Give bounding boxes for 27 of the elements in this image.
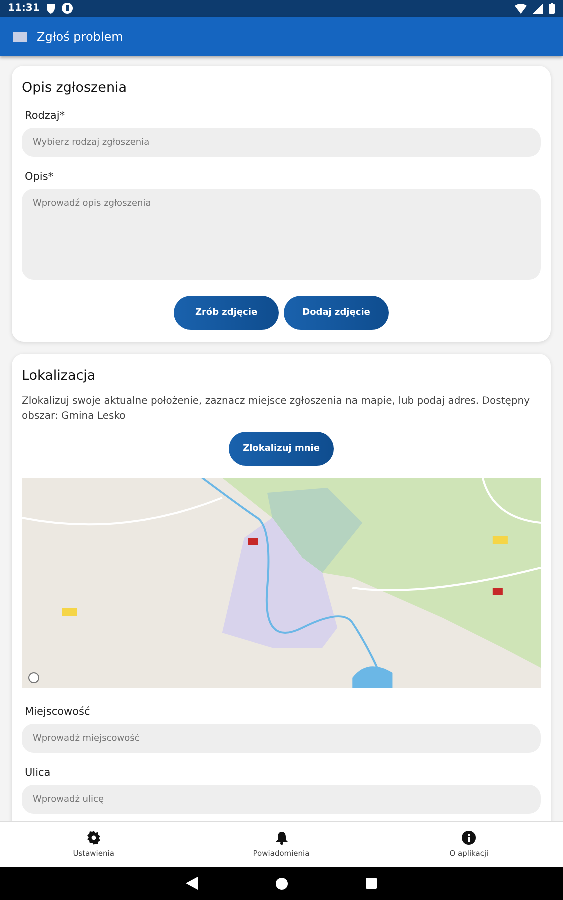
- clock-time: 11:31: [8, 3, 40, 14]
- photo-button[interactable]: Zrób zdjęcie: [174, 296, 279, 330]
- field-label: Miejscowość: [25, 706, 92, 718]
- signal-icon: [533, 4, 543, 14]
- description-field[interactable]: Wprowadź opis zgłoszenia: [22, 189, 541, 280]
- back-icon[interactable]: [186, 877, 198, 890]
- photo-button[interactable]: Dodaj zdjęcie: [284, 296, 389, 330]
- notification-icon: [62, 3, 73, 14]
- bell-icon: [276, 831, 288, 845]
- input-field[interactable]: Wprowadź miejscowość: [22, 724, 541, 753]
- home-icon[interactable]: [276, 878, 288, 890]
- battery-icon: [549, 3, 555, 14]
- field-label: Ulica: [25, 767, 52, 779]
- shield-icon: [46, 3, 56, 14]
- type-select-field[interactable]: Wybierz rodzaj zgłoszenia: [22, 128, 541, 157]
- card-title: Opis zgłoszenia: [22, 80, 128, 96]
- app-title: Zgłoś problem: [37, 30, 124, 44]
- menu-icon[interactable]: [13, 32, 27, 42]
- locate-button[interactable]: Zlokalizuj mnie: [229, 432, 334, 466]
- location-description: Zlokalizuj swoje aktualne położenie, zaznacz miejsce zgłoszenia na mapie, lub podaj adres. Dostępny obszar: Gmina Lesko: [22, 395, 531, 424]
- field-label: Rodzaj*: [25, 110, 66, 122]
- input-field[interactable]: Wprowadź ulicę: [22, 785, 541, 814]
- info-icon: [462, 831, 476, 845]
- card-title: Lokalizacja: [22, 368, 97, 384]
- wifi-icon: [515, 4, 527, 14]
- settings-icon: [86, 831, 101, 845]
- field-label: Opis*: [25, 171, 55, 183]
